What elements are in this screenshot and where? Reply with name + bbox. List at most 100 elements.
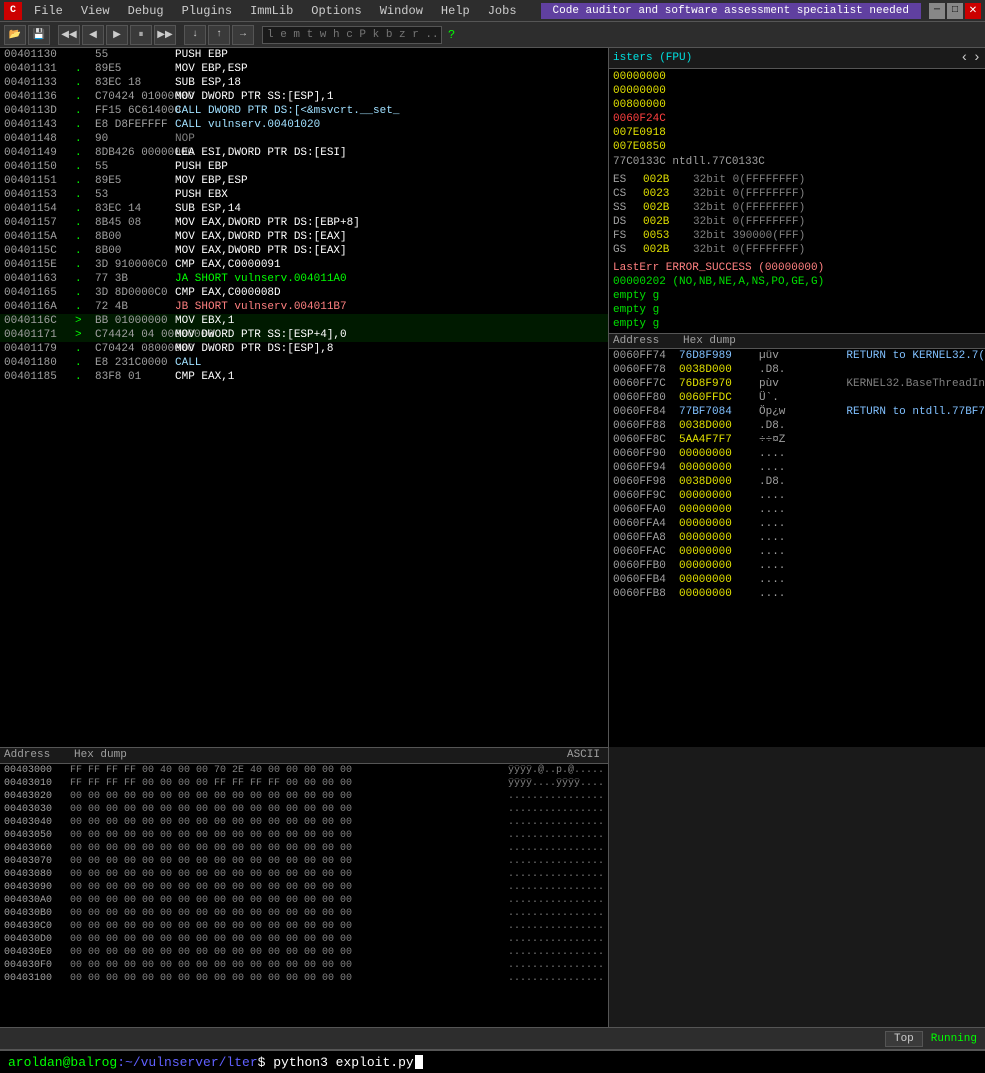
hex-row[interactable]: 00403040 00 00 00 00 00 00 00 00 00 00 0… <box>0 816 608 829</box>
hex-row[interactable]: 00403090 00 00 00 00 00 00 00 00 00 00 0… <box>0 881 608 894</box>
stack-row[interactable]: 0060FFAC 00000000 .... <box>609 545 985 559</box>
hex-bytes: 00 00 00 00 00 00 00 00 00 00 00 00 00 0… <box>70 869 508 880</box>
hex-row[interactable]: 004030F0 00 00 00 00 00 00 00 00 00 00 0… <box>0 959 608 972</box>
disasm-hex: C70424 01000000 <box>95 91 175 103</box>
disasm-instr: JA SHORT vulnserv.004011A0 <box>175 273 608 285</box>
menu-options[interactable]: Options <box>303 2 369 20</box>
toolbar-fwd[interactable]: ▶▶ <box>154 25 176 45</box>
stack-row[interactable]: 0060FF8C 5AA4F7F7 ÷÷¤Z <box>609 433 985 447</box>
toolbar-trace[interactable]: → <box>232 25 254 45</box>
toolbar-prev[interactable]: ◀ <box>82 25 104 45</box>
stack-row[interactable]: 0060FF94 00000000 .... <box>609 461 985 475</box>
maximize-button[interactable]: □ <box>947 3 963 19</box>
disasm-row[interactable]: 00401143 . E8 D8FEFFFF CALL vulnserv.004… <box>0 118 608 132</box>
stack-row[interactable]: 0060FFA4 00000000 .... <box>609 517 985 531</box>
toolbar-open[interactable]: 📂 <box>4 25 26 45</box>
stack-row[interactable]: 0060FFA8 00000000 .... <box>609 531 985 545</box>
disasm-row[interactable]: 00401151 . 89E5 MOV EBP,ESP <box>0 174 608 188</box>
disasm-row[interactable]: 00401165 . 3D 8D0000C0 CMP EAX,C000008D <box>0 286 608 300</box>
disasm-row[interactable]: 00401154 . 83EC 14 SUB ESP,14 <box>0 202 608 216</box>
toolbar-search-input[interactable] <box>262 26 442 44</box>
menu-plugins[interactable]: Plugins <box>174 2 240 20</box>
disasm-row[interactable]: 0040115C . 8B00 MOV EAX,DWORD PTR DS:[EA… <box>0 244 608 258</box>
disasm-row[interactable]: 0040113D . FF15 6C614000 CALL DWORD PTR … <box>0 104 608 118</box>
close-button[interactable]: ✕ <box>965 3 981 19</box>
main-area: 00401130 55 PUSH EBP 00401131 . 89E5 MOV… <box>0 48 985 747</box>
fpu-value: 007E0850 <box>613 141 666 153</box>
hex-row[interactable]: 00403050 00 00 00 00 00 00 00 00 00 00 0… <box>0 829 608 842</box>
disasm-row[interactable]: 00401185 . 83F8 01 CMP EAX,1 <box>0 370 608 384</box>
toolbar-rewind[interactable]: ◀◀ <box>58 25 80 45</box>
menu-debug[interactable]: Debug <box>120 2 172 20</box>
stack-row[interactable]: 0060FF74 76D8F989 µüv RETURN to KERNEL32… <box>609 349 985 363</box>
stack-row[interactable]: 0060FF98 0038D000 .D8. <box>609 475 985 489</box>
menu-window[interactable]: Window <box>372 2 431 20</box>
stack-row[interactable]: 0060FF90 00000000 .... <box>609 447 985 461</box>
disasm-row[interactable]: 00401180 . E8 231C0000 CALL <box>0 356 608 370</box>
disasm-row[interactable]: 0040115E . 3D 910000C0 CMP EAX,C0000091 <box>0 258 608 272</box>
hex-row[interactable]: 004030D0 00 00 00 00 00 00 00 00 00 00 0… <box>0 933 608 946</box>
disasm-panel[interactable]: 00401130 55 PUSH EBP 00401131 . 89E5 MOV… <box>0 48 609 747</box>
top-button[interactable]: Top <box>885 1031 923 1047</box>
menu-help[interactable]: Help <box>433 2 478 20</box>
hex-row[interactable]: 00403070 00 00 00 00 00 00 00 00 00 00 0… <box>0 855 608 868</box>
toolbar-stepover[interactable]: ↑ <box>208 25 230 45</box>
disasm-row[interactable]: 00401130 55 PUSH EBP <box>0 48 608 62</box>
hex-row[interactable]: 004030E0 00 00 00 00 00 00 00 00 00 00 0… <box>0 946 608 959</box>
disasm-row[interactable]: 00401153 . 53 PUSH EBX <box>0 188 608 202</box>
hex-bytes: 00 00 00 00 00 00 00 00 00 00 00 00 00 0… <box>70 947 508 958</box>
disasm-row[interactable]: 00401179 . C70424 08000000 MOV DWORD PTR… <box>0 342 608 356</box>
stack-row[interactable]: 0060FFA0 00000000 .... <box>609 503 985 517</box>
disasm-row[interactable]: 0040115A . 8B00 MOV EAX,DWORD PTR DS:[EA… <box>0 230 608 244</box>
stack-row[interactable]: 0060FF88 0038D000 .D8. <box>609 419 985 433</box>
disasm-row[interactable]: 00401150 . 55 PUSH EBP <box>0 160 608 174</box>
hex-header: Address Hex dump ASCII <box>0 748 608 764</box>
stack-row[interactable]: 0060FFB4 00000000 .... <box>609 573 985 587</box>
disasm-row[interactable]: 00401131 . 89E5 MOV EBP,ESP <box>0 62 608 76</box>
stack-row[interactable]: 0060FF84 77BF7084 Öp¿w RETURN to ntdll.7… <box>609 405 985 419</box>
stack-row[interactable]: 0060FF78 0038D000 .D8. <box>609 363 985 377</box>
menu-view[interactable]: View <box>73 2 118 20</box>
disasm-row[interactable]: 00401133 . 83EC 18 SUB ESP,18 <box>0 76 608 90</box>
regs-nav-right[interactable]: › <box>973 50 981 66</box>
hex-row[interactable]: 00403080 00 00 00 00 00 00 00 00 00 00 0… <box>0 868 608 881</box>
stack-row[interactable]: 0060FF7C 76D8F970 pùv KERNEL32.BaseThrea… <box>609 377 985 391</box>
hex-row[interactable]: 004030A0 00 00 00 00 00 00 00 00 00 00 0… <box>0 894 608 907</box>
stack-row[interactable]: 0060FFB0 00000000 .... <box>609 559 985 573</box>
hex-row[interactable]: 00403030 00 00 00 00 00 00 00 00 00 00 0… <box>0 803 608 816</box>
disasm-row[interactable]: 00401163 . 77 3B JA SHORT vulnserv.00401… <box>0 272 608 286</box>
stack-row[interactable]: 0060FF80 0060FFDC Ü`. <box>609 391 985 405</box>
disasm-row[interactable]: 00401148 . 90 NOP <box>0 132 608 146</box>
disasm-mark: . <box>75 357 95 369</box>
disasm-row[interactable]: 00401149 . 8DB426 00000000 LEA ESI,DWORD… <box>0 146 608 160</box>
stack-row[interactable]: 0060FFB8 00000000 .... <box>609 587 985 601</box>
hex-row[interactable]: 004030C0 00 00 00 00 00 00 00 00 00 00 0… <box>0 920 608 933</box>
stack-row[interactable]: 0060FF9C 00000000 .... <box>609 489 985 503</box>
menu-jobs[interactable]: Jobs <box>480 2 525 20</box>
disasm-instr: MOV EBP,ESP <box>175 63 608 75</box>
stack-addr: 0060FF84 <box>609 406 679 418</box>
disasm-mark: . <box>75 105 95 117</box>
hex-row[interactable]: 004030B0 00 00 00 00 00 00 00 00 00 00 0… <box>0 907 608 920</box>
minimize-button[interactable]: ─ <box>929 3 945 19</box>
hex-row[interactable]: 00403100 00 00 00 00 00 00 00 00 00 00 0… <box>0 972 608 985</box>
disasm-row[interactable]: 00401157 . 8B45 08 MOV EAX,DWORD PTR DS:… <box>0 216 608 230</box>
stack-desc3: RETURN to KERNEL32.7( <box>846 350 985 362</box>
toolbar-pause[interactable]: ⏸ <box>130 25 152 45</box>
menu-immlib[interactable]: ImmLib <box>242 2 301 20</box>
toolbar-save[interactable]: 💾 <box>28 25 50 45</box>
toolbar-stepinto[interactable]: ↓ <box>184 25 206 45</box>
disasm-row[interactable]: 0040116C > BB 01000000 MOV EBX,1 <box>0 314 608 328</box>
disasm-row[interactable]: 0040116A . 72 4B JB SHORT vulnserv.00401… <box>0 300 608 314</box>
regs-nav-left[interactable]: ‹ <box>960 50 968 66</box>
hex-row[interactable]: 00403010 FF FF FF FF 00 00 00 00 FF FF F… <box>0 777 608 790</box>
toolbar-run[interactable]: ▶ <box>106 25 128 45</box>
disasm-row[interactable]: 00401136 . C70424 01000000 MOV DWORD PTR… <box>0 90 608 104</box>
hex-row[interactable]: 00403020 00 00 00 00 00 00 00 00 00 00 0… <box>0 790 608 803</box>
hex-panel[interactable]: Address Hex dump ASCII 00403000 FF FF FF… <box>0 747 609 1027</box>
menu-file[interactable]: File <box>26 2 71 20</box>
hex-row[interactable]: 00403000 FF FF FF FF 00 40 00 00 70 2E 4… <box>0 764 608 777</box>
stack-panel[interactable]: Address Hex dump 0060FF74 76D8F989 µüv R… <box>609 333 985 747</box>
disasm-row[interactable]: 00401171 > C74424 04 00000000 MOV DWORD … <box>0 328 608 342</box>
hex-row[interactable]: 00403060 00 00 00 00 00 00 00 00 00 00 0… <box>0 842 608 855</box>
